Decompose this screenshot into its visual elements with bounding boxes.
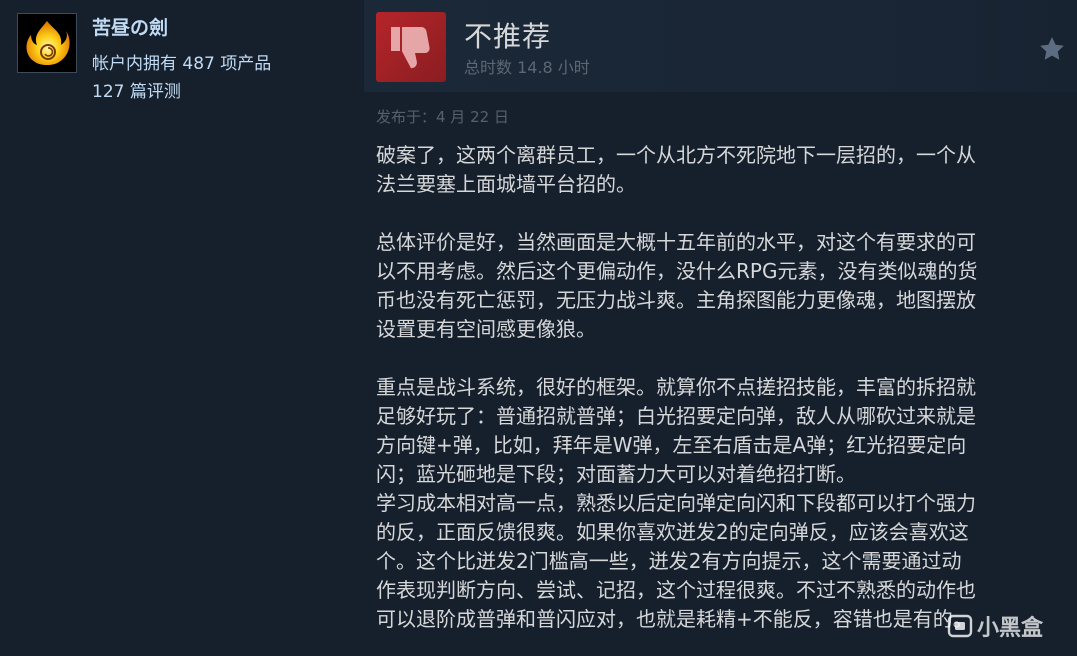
review-line: 以不用考虑。然后这个更偏动作，没什么RPG元素，没有类似魂的货 xyxy=(376,259,978,283)
review-line: 币也没有死亡惩罚，无压力战斗爽。主角探图能力更像魂，地图摆放 xyxy=(376,288,976,312)
review-line: 作表现判断方向、尝试、记招，这个过程很爽。不过不熟悉的动作也 xyxy=(376,578,976,602)
avatar[interactable] xyxy=(17,13,77,73)
review-line: 足够好玩了：普通招就普弹；白光招要定向弹，敌人从哪砍过来就是 xyxy=(376,404,976,428)
review-verdict: 不推荐 xyxy=(464,20,552,53)
review-line: 重点是战斗系统，很好的框架。就算你不点搓招技能，丰富的拆招就 xyxy=(376,375,976,399)
flame-avatar-icon xyxy=(26,21,70,65)
review-line: 的反，正面反馈很爽。如果你喜欢迸发2的定向弹反，应该会喜欢这 xyxy=(376,520,969,544)
review-line: 方向键+弹，比如，拜年是W弹，左至右盾击是A弹；红光招要定向 xyxy=(376,433,967,457)
thumbs-down-icon xyxy=(391,27,430,69)
vote-thumb xyxy=(376,12,446,82)
review-line: 破案了，这两个离群员工，一个从北方不死院地下一层招的，一个从 xyxy=(376,143,976,167)
star-icon[interactable] xyxy=(1037,34,1067,64)
review-line: 设置更有空间感更像狼。 xyxy=(376,317,596,341)
vote-header: 不推荐 总时数 14.8 小时 xyxy=(364,0,1077,92)
heybox-logo-icon xyxy=(947,614,973,638)
review-line: 总体评价是好，当然画面是大概十五年前的水平，对这个有要求的可 xyxy=(376,230,976,254)
reviews-count-link[interactable]: 127 篇评测 xyxy=(92,77,181,102)
review-content: 破案了，这两个离群员工，一个从北方不死院地下一层招的，一个从 法兰要塞上面城墙平台… xyxy=(376,141,1066,634)
author-panel: 苦昼の劍 帐户内拥有 487 项产品 127 篇评测 xyxy=(0,0,365,656)
review-line: 学习成本相对高一点，熟悉以后定向弹定向闪和下段都可以打个强力 xyxy=(376,491,976,515)
author-name[interactable]: 苦昼の劍 xyxy=(92,13,168,40)
products-owned-link[interactable]: 帐户内拥有 487 项产品 xyxy=(92,49,271,74)
review-line: 法兰要塞上面城墙平台招的。 xyxy=(376,172,636,196)
watermark-text: 小黑盒 xyxy=(976,616,1043,641)
playtime-hours: 总时数 14.8 小时 xyxy=(464,58,590,77)
posted-date: 发布于：4 月 22 日 xyxy=(376,108,509,126)
watermark: 小黑盒 xyxy=(947,610,1043,642)
review-line: 个。这个比迸发2门槛高一些，迸发2有方向提示，这个需要通过动 xyxy=(376,549,962,573)
review-line: 闪；蓝光砸地是下段；对面蓄力大可以对着绝招打断。 xyxy=(376,462,856,486)
